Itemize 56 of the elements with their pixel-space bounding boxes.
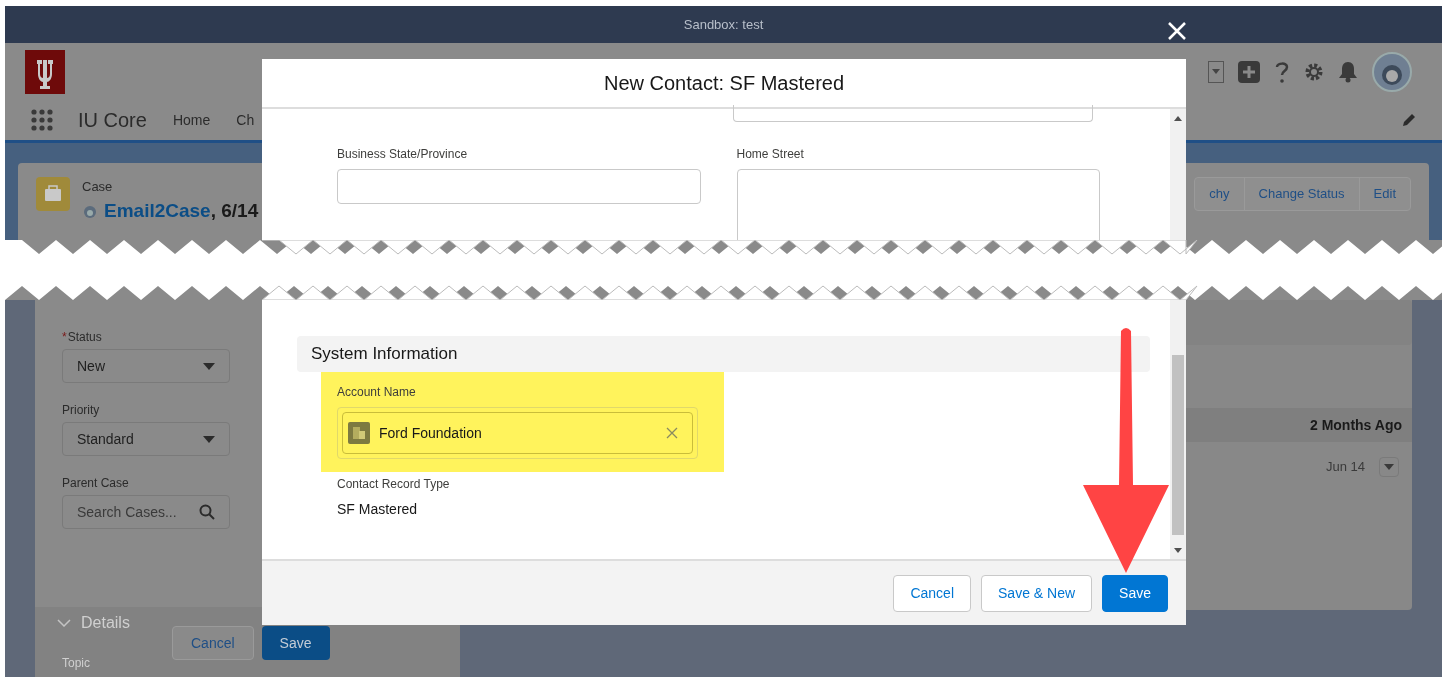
field-label: Parent Case [62, 475, 130, 492]
footer-button[interactable]: Cancel [893, 574, 972, 612]
caret-icon [203, 435, 215, 443]
select-field[interactable]: Standard [62, 422, 230, 456]
save-button[interactable]: Save [1102, 574, 1168, 612]
help-icon[interactable] [1274, 59, 1290, 84]
textarea-field[interactable] [733, 105, 1093, 122]
scroll-down-icon[interactable] [1174, 548, 1182, 553]
lookup-pill[interactable]: Ford Foundation [342, 412, 693, 454]
section-title: Details [81, 613, 130, 633]
case-icon [36, 177, 70, 211]
notifications-icon[interactable] [1338, 60, 1358, 83]
nav-tab[interactable]: Home [172, 109, 211, 131]
lookup-value: Ford Foundation [379, 423, 482, 443]
nav-tab[interactable]: Ch [236, 109, 255, 131]
search-field[interactable]: Search Cases... [62, 495, 230, 529]
menu-button[interactable] [1379, 457, 1399, 477]
caret-icon [1384, 464, 1394, 470]
scroll-up-icon[interactable] [1174, 116, 1182, 121]
field-label: Contact Record Type [337, 476, 451, 493]
field-label: Business State/Province [337, 146, 469, 163]
logo-icon [25, 49, 65, 94]
field-value: SF Mastered [337, 500, 419, 519]
app-name: IU Core [78, 108, 147, 133]
scrollbar[interactable] [1170, 300, 1186, 559]
record-title-link[interactable]: Email2Case [104, 199, 211, 221]
activity-date: Jun 14 [1325, 458, 1365, 477]
app-launcher-icon[interactable] [30, 109, 54, 131]
select-field[interactable]: New [62, 349, 230, 383]
modal-title: New Contact: SF Mastered [603, 71, 845, 96]
cancel-button[interactable]: Cancel [172, 626, 254, 660]
timeline-group-header: 2 Months Ago [1309, 415, 1402, 435]
account-icon [348, 422, 370, 444]
record-title-suffix: , 6/14 [210, 199, 259, 221]
action-button[interactable]: Change Status [1243, 178, 1359, 210]
caret-icon [203, 362, 215, 370]
dropdown-caret-icon[interactable] [1208, 60, 1224, 83]
action-button[interactable]: chy [1195, 178, 1244, 210]
action-button[interactable]: Edit [1358, 178, 1410, 210]
section-header: System Information [297, 336, 1150, 372]
settings-icon[interactable] [1304, 61, 1324, 82]
field-label: Priority [62, 402, 101, 419]
object-label: Case [82, 178, 114, 196]
input-field[interactable] [337, 169, 701, 204]
avatar-icon[interactable] [1372, 51, 1412, 92]
search-icon [199, 504, 215, 520]
sandbox-banner-text: Sandbox: test [683, 15, 764, 34]
chevron-icon [57, 619, 71, 627]
footer-button[interactable]: Save & New [981, 574, 1093, 612]
save-button[interactable]: Save [261, 626, 330, 660]
field-label: Home Street [736, 146, 805, 163]
field-label: Topic [62, 655, 90, 672]
field-label: *Status [62, 329, 103, 346]
edit-icon[interactable] [1401, 112, 1417, 128]
field-label: Account Name [337, 384, 417, 401]
add-icon[interactable] [1238, 60, 1260, 83]
